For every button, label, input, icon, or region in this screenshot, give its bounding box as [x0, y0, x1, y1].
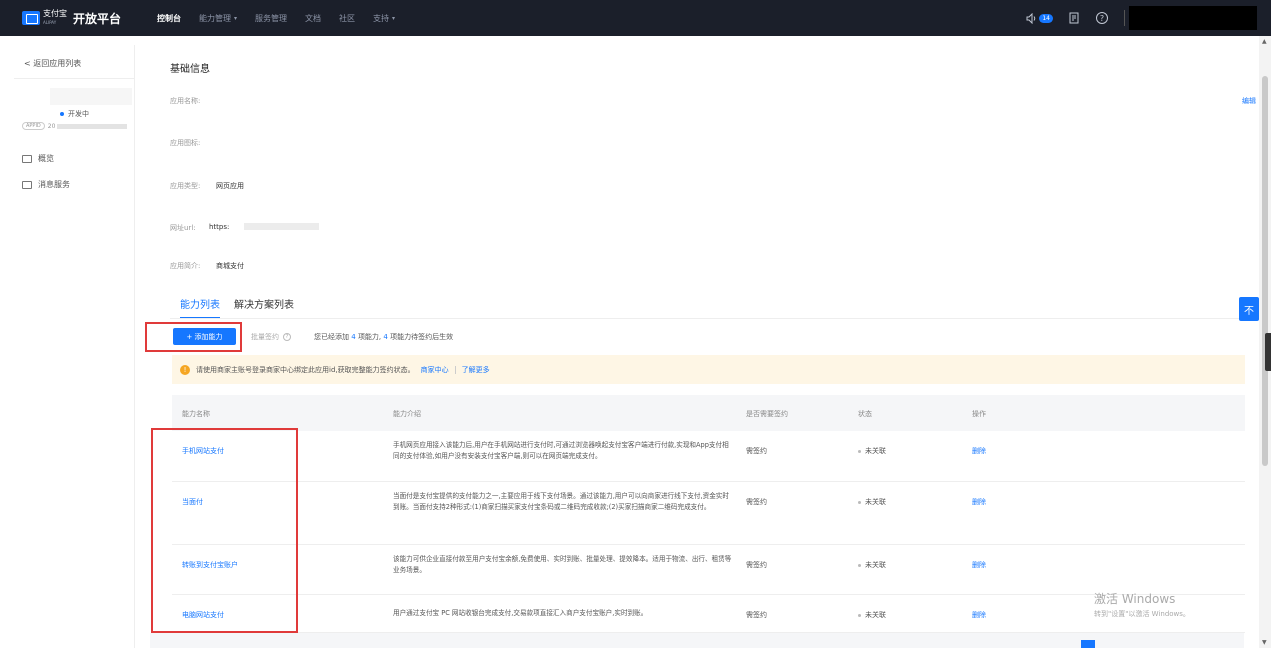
highlight-box-names	[151, 428, 298, 633]
table-row: 转账到支付宝账户 该能力可供企业直接付款至用户支付宝余额,免费使用、实时到账、批…	[172, 545, 1245, 595]
sign-required: 需签约	[746, 561, 767, 569]
status-badge: 未关联	[858, 497, 886, 507]
nav-console[interactable]: 控制台	[148, 0, 190, 36]
tab-solution-list[interactable]: 解决方案列表	[234, 296, 294, 319]
notification-badge: 14	[1039, 13, 1053, 23]
capability-desc: 用户通过支付宝 PC 网站收银台完成支付,交易款项直接汇入商户支付宝账户,实时到…	[393, 609, 648, 617]
app-intro-label: 应用简介:	[170, 262, 201, 270]
table-footer	[150, 633, 1244, 648]
app-type-label: 应用类型:	[170, 182, 201, 190]
warning-icon: !	[180, 364, 190, 375]
table-row: 当面付 当面付是支付宝提供的支付能力之一,主要应用于线下支付场景。通过该能力,用…	[172, 482, 1245, 545]
column-header-desc: 能力介绍	[393, 410, 421, 418]
tabs-divider	[170, 318, 1244, 319]
speaker-icon	[1026, 12, 1036, 24]
app-icon-label: 应用图标:	[170, 139, 201, 147]
column-header-name: 能力名称	[182, 410, 210, 418]
app-intro-value: 商城支付	[216, 262, 244, 270]
app-name-label: 应用名称:	[170, 97, 201, 105]
main-nav: 控制台 能力管理 ▾ 服务管理 文档 社区 支持 ▾	[148, 0, 404, 36]
warning-alert: ! 请使用商家主账号登录商家中心绑定此应用id,获取完整能力签约状态。 商家中心…	[172, 355, 1245, 384]
delete-link[interactable]: 删除	[972, 446, 986, 456]
scroll-down-icon[interactable]: ▼	[1262, 639, 1267, 646]
status-dot-icon	[60, 112, 64, 116]
divider	[1124, 10, 1125, 26]
capability-desc: 当面付是支付宝提供的支付能力之一,主要应用于线下支付场景。通过该能力,用户可以向…	[393, 492, 729, 511]
table-row: 手机网站支付 手机网页应用接入该能力后,用户在手机网站进行支付时,可通过浏览器唤…	[172, 431, 1245, 482]
table-row: 电脑网站支付 用户通过支付宝 PC 网站收银台完成支付,交易款项直接汇入商户支付…	[172, 595, 1245, 633]
table-header: 能力名称 能力介绍 是否需要签约 状态 操作	[172, 395, 1245, 431]
delete-link[interactable]: 删除	[972, 497, 986, 507]
back-to-app-list-link[interactable]: < 返回应用列表	[24, 58, 81, 69]
appid-prefix: 20	[47, 122, 56, 130]
platform-title: 开放平台	[73, 11, 122, 26]
column-header-sign: 是否需要签约	[746, 410, 788, 418]
url-value: https:	[209, 223, 230, 231]
appid-row: APPID 20	[22, 122, 128, 130]
logo-cn: 支付宝	[43, 8, 67, 18]
url-label: 网址url:	[170, 224, 196, 232]
monitor-icon	[22, 154, 32, 163]
appid-redacted	[57, 123, 128, 129]
alipay-logo[interactable]: 支付宝 ALIPAY 开放平台	[22, 8, 142, 27]
windows-activation-watermark: 激活 Windows 转到"设置"以激活 Windows。	[1094, 592, 1190, 618]
monitor-icon	[22, 180, 32, 189]
top-navbar: 支付宝 ALIPAY 开放平台 控制台 能力管理 ▾ 服务管理 文档 社区 支持 ▾…	[0, 0, 1271, 36]
nav-capability-management[interactable]: 能力管理 ▾	[190, 0, 246, 36]
main-content: 基础信息 编辑 应用名称: 应用图标: 应用类型: 网页应用 网址url: ht…	[136, 45, 1256, 648]
sign-required: 需签约	[746, 498, 767, 506]
scroll-thumb[interactable]	[1262, 76, 1268, 466]
column-header-status: 状态	[858, 410, 872, 418]
divider	[14, 78, 135, 79]
nav-service-management[interactable]: 服务管理	[246, 0, 296, 36]
nav-docs[interactable]: 文档	[296, 0, 330, 36]
divider	[454, 365, 456, 374]
app-type-value: 网页应用	[216, 182, 244, 190]
float-button[interactable]: 不	[1239, 297, 1259, 321]
learn-more-link[interactable]: 了解更多	[462, 365, 490, 375]
nav-support[interactable]: 支持 ▾	[364, 0, 404, 36]
delete-link[interactable]: 删除	[972, 610, 986, 620]
pagination-current-page[interactable]	[1081, 640, 1095, 648]
alipay-logo-icon	[22, 11, 40, 25]
chevron-down-icon: ▾	[234, 14, 238, 22]
capability-desc: 该能力可供企业直接付款至用户支付宝余额,免费使用、实时到账、批量处理、提效降本。…	[393, 555, 732, 574]
nav-community[interactable]: 社区	[330, 0, 364, 36]
sign-required: 需签约	[746, 611, 767, 619]
status-badge: 未关联	[858, 560, 886, 570]
sign-required: 需签约	[746, 447, 767, 455]
column-header-op: 操作	[972, 410, 986, 418]
sidebar: < 返回应用列表 开发中 APPID 20 概览 消息服务	[0, 45, 135, 648]
chevron-down-icon: ▾	[392, 14, 396, 22]
status-badge: 未关联	[858, 446, 886, 456]
tabs: 能力列表 解决方案列表	[180, 296, 308, 319]
app-status: 开发中	[60, 109, 89, 119]
alert-text: 请使用商家主账号登录商家中心绑定此应用id,获取完整能力签约状态。	[196, 365, 415, 374]
scroll-up-icon[interactable]: ▲	[1262, 38, 1267, 45]
capability-desc: 手机网页应用接入该能力后,用户在手机网站进行支付时,可通过浏览器唤起支付宝客户端…	[393, 441, 729, 460]
delete-link[interactable]: 删除	[972, 560, 986, 570]
help-icon: ?	[283, 332, 291, 341]
help-icon[interactable]: ?	[1096, 12, 1108, 24]
sidebar-item-overview[interactable]: 概览	[22, 153, 54, 164]
sidebar-item-message-service[interactable]: 消息服务	[22, 179, 70, 190]
basic-info-title: 基础信息	[170, 64, 210, 75]
merchant-center-link[interactable]: 商家中心	[421, 365, 449, 375]
tab-capability-list[interactable]: 能力列表	[180, 296, 220, 319]
highlight-box-add	[145, 322, 242, 352]
side-handle[interactable]	[1265, 333, 1271, 371]
document-icon	[1069, 12, 1079, 24]
batch-sign-button[interactable]: 批量签约?	[251, 328, 306, 345]
appid-tag: APPID	[22, 122, 45, 130]
status-badge: 未关联	[858, 610, 886, 620]
url-redacted	[244, 223, 319, 230]
notification-button[interactable]: 14	[1026, 12, 1053, 24]
logo-en: ALIPAY	[43, 19, 57, 25]
document-button[interactable]	[1069, 12, 1080, 24]
user-account-box[interactable]	[1129, 6, 1257, 30]
edit-link[interactable]: 编辑	[1242, 96, 1256, 106]
capability-count-note: 您已经添加 4 项能力, 4 项能力待签约后生效	[314, 333, 454, 341]
app-name-placeholder	[50, 88, 132, 105]
